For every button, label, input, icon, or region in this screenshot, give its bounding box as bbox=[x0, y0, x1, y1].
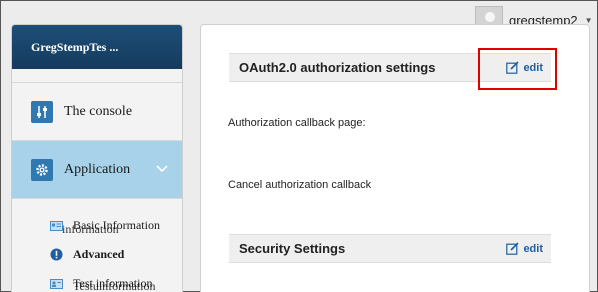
sub-item-advanced[interactable]: Advanced bbox=[12, 240, 182, 269]
edit-icon bbox=[506, 61, 520, 74]
sidebar: GregStempTes ... The console Application bbox=[11, 24, 183, 292]
user-card-icon bbox=[49, 278, 63, 289]
edit-label: edit bbox=[523, 242, 543, 255]
section-title: OAuth2.0 authorization settings bbox=[239, 60, 436, 75]
sub-item-overlay-text: information bbox=[62, 222, 119, 236]
sub-item-label: Advanced bbox=[73, 247, 125, 261]
exclamation-icon bbox=[49, 248, 63, 261]
nav-item-console[interactable]: The console bbox=[12, 83, 182, 141]
section-header-security: Security Settings edit bbox=[229, 234, 551, 263]
nav-label-application: Application bbox=[64, 161, 131, 177]
section-title: Security Settings bbox=[239, 241, 346, 256]
sub-item-test-information[interactable]: Test information Testuinformation bbox=[12, 269, 182, 292]
sub-item-basic-information[interactable]: Basic Information information bbox=[12, 211, 182, 240]
section-header-oauth: OAuth2.0 authorization settings edit bbox=[229, 53, 551, 82]
gear-icon bbox=[31, 158, 53, 181]
security-edit-button[interactable]: edit bbox=[506, 242, 543, 255]
edit-icon bbox=[506, 242, 520, 255]
nav-label-console: The console bbox=[64, 103, 133, 119]
field-authorization-callback: Authorization callback page: bbox=[228, 117, 366, 129]
application-submenu: Basic Information information Advanced T… bbox=[12, 199, 182, 292]
main-panel: OAuth2.0 authorization settings edit Aut… bbox=[200, 24, 590, 292]
edit-label: edit bbox=[523, 61, 543, 74]
nav-item-application[interactable]: Application bbox=[12, 141, 182, 199]
oauth-edit-button[interactable]: edit bbox=[506, 61, 543, 74]
app-name: GregStempTes ... bbox=[12, 25, 182, 69]
chevron-down-icon bbox=[156, 162, 168, 178]
sub-item-overlay-text: Testuinformation bbox=[73, 279, 156, 292]
sliders-icon bbox=[31, 100, 53, 123]
field-cancel-authorization-callback: Cancel authorization callback bbox=[228, 179, 372, 191]
id-card-icon bbox=[49, 220, 63, 231]
